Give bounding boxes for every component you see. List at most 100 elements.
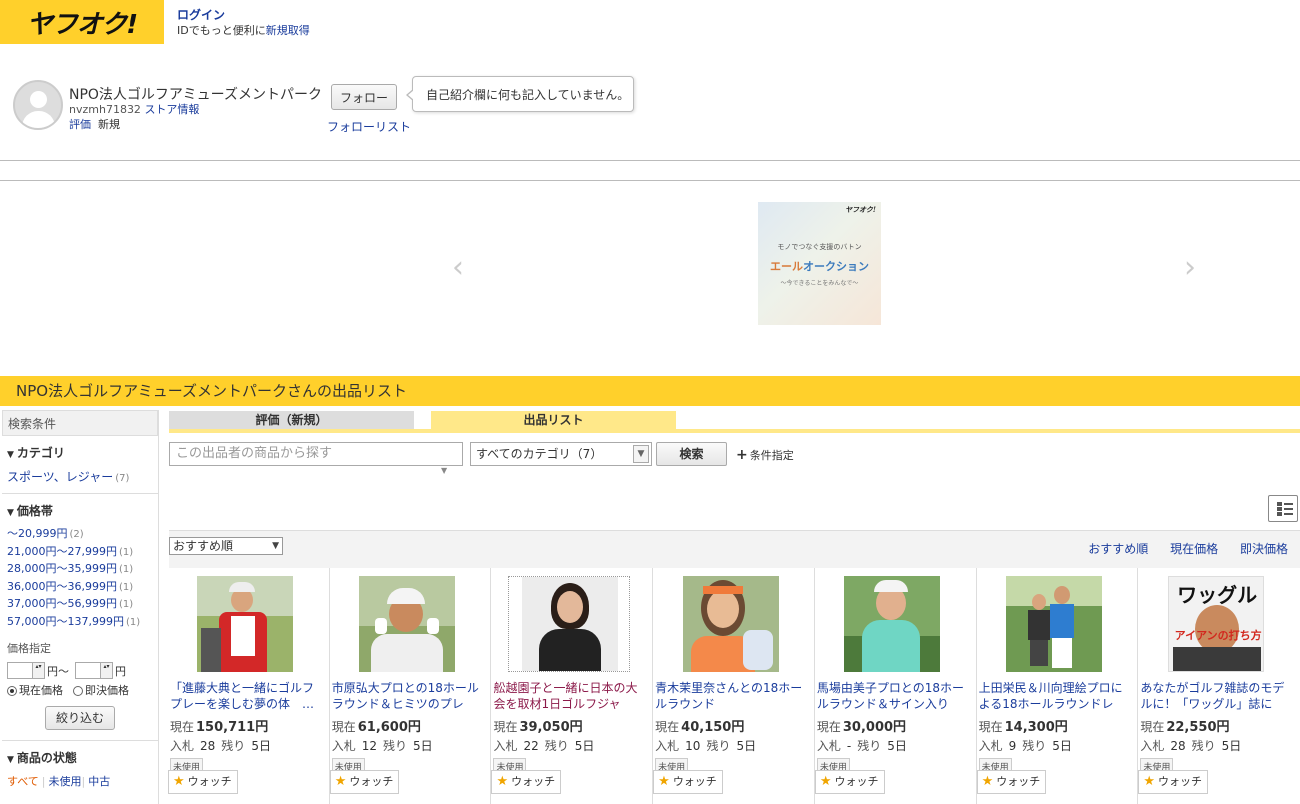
search-button[interactable]: 検索 xyxy=(656,442,727,466)
price-from-suffix: 円〜 xyxy=(47,664,69,678)
item-card: 上田栄民＆川向理絵プロによる18ホールラウンドレッ… 現在14,300円 入札9… xyxy=(976,568,1139,804)
category-title[interactable]: カテゴリ xyxy=(7,444,153,461)
item-price: 現在 30,000円 xyxy=(816,720,907,735)
category-section: カテゴリ スポーツ、レジャー(7) xyxy=(2,436,158,494)
tab-listings[interactable]: 出品リスト xyxy=(431,411,676,429)
price-title[interactable]: 価格帯 xyxy=(7,502,153,519)
watch-button[interactable]: ★ ウォッチ xyxy=(168,770,238,794)
star-icon: ★ xyxy=(658,774,670,789)
watch-button[interactable]: ★ ウォッチ xyxy=(329,770,400,794)
item-thumbnail[interactable] xyxy=(197,576,294,672)
carousel-prev-icon[interactable]: ‹ xyxy=(452,250,464,285)
login-link[interactable]: ログイン xyxy=(177,8,225,22)
item-price: 現在 39,050円 xyxy=(493,720,583,735)
item-price: 現在 40,150円 xyxy=(655,720,745,735)
watch-button[interactable]: ★ ウォッチ xyxy=(653,770,723,794)
rating-value: 新規 xyxy=(98,118,120,131)
plus-icon: + xyxy=(736,447,748,463)
chevron-down-icon: ▼ xyxy=(272,541,279,551)
price-range-item[interactable]: 21,000円〜27,999円 (1) xyxy=(7,544,153,562)
condition-new[interactable]: 未使用 xyxy=(49,775,82,788)
list-view-toggle-icon[interactable] xyxy=(1268,495,1298,522)
item-thumbnail[interactable] xyxy=(507,576,630,672)
item-title[interactable]: 青木茉里奈さんとの18ホールラウンド xyxy=(655,680,806,712)
item-card: 舩越園子と一緒に日本の大会を取材1日ゴルフジャー… 現在39,050円 入札22… xyxy=(491,568,654,804)
item-card: 青木茉里奈さんとの18ホールラウンド 現在 40,150円 入札 10 残り 5日 未使… xyxy=(653,568,815,804)
star-icon: ★ xyxy=(173,774,185,789)
watch-button[interactable]: ★ ウォッチ xyxy=(976,770,1047,794)
item-title[interactable]: 馬場由美子プロとの18ホールラウンド＆サイン入りち… xyxy=(817,680,968,712)
item-title[interactable]: 「進藤大典と一緒にゴルフプレーを楽しむ夢の体 … xyxy=(170,680,321,712)
yafuoku-logo[interactable]: ヤフオク! xyxy=(0,0,164,44)
follow-button[interactable]: フォロー xyxy=(331,84,397,110)
item-thumbnail[interactable]: ワッグル アイアンの打ち方 xyxy=(1168,576,1265,672)
star-icon: ★ xyxy=(496,774,509,789)
carousel-next-icon[interactable]: › xyxy=(1184,250,1196,285)
item-title[interactable]: あなたがゴルフ雑誌のモデルに！「ワッグル」誌にま… xyxy=(1140,680,1292,712)
watch-button[interactable]: ★ ウォッチ xyxy=(814,770,885,794)
condition-used[interactable]: 中古 xyxy=(88,775,110,788)
narrow-button[interactable]: 絞り込む xyxy=(45,706,115,730)
follow-list-link[interactable]: フォローリスト xyxy=(327,118,411,135)
price-min-input[interactable] xyxy=(7,662,45,679)
item-card: 市原弘大プロとの18ホールラウンド＆ヒミツのプレセ… 現在61,600円 入札1… xyxy=(329,568,492,804)
condition-all[interactable]: すべて xyxy=(7,775,39,788)
condition-spec-link[interactable]: + 条件指定 xyxy=(736,447,794,463)
item-bids: 入札 28 残り 5日 xyxy=(170,739,271,753)
item-card: 馬場由美子プロとの18ホールラウンド＆サイン入りち… 現在30,000円 入札-… xyxy=(814,568,977,804)
store-info-link[interactable]: ストア情報 xyxy=(144,103,199,116)
seller-avatar xyxy=(13,80,63,130)
logo-text: ヤフオク! xyxy=(26,9,138,40)
item-bids: 入札 22 残り 5日 xyxy=(493,739,595,753)
radio-current-price[interactable]: 現在価格 xyxy=(7,682,63,698)
item-thumbnail[interactable] xyxy=(359,576,456,672)
item-price: 現在 61,600円 xyxy=(331,720,421,735)
item-title[interactable]: 上田栄民＆川向理絵プロによる18ホールラウンドレッ… xyxy=(979,680,1130,712)
item-thumbnail[interactable] xyxy=(682,576,779,672)
price-range-item[interactable]: 〜20,999円 (2) xyxy=(7,526,153,544)
price-range-item[interactable]: 36,000円〜36,999円 (1) xyxy=(7,579,153,597)
watch-button[interactable]: ★ ウォッチ xyxy=(491,770,562,794)
rating-link[interactable]: 評価 xyxy=(69,118,91,131)
item-price: 現在 150,711円 xyxy=(170,720,269,735)
login-area: ログイン IDでもっと便利に新規取得 xyxy=(177,8,310,38)
price-type-radios: 現在価格 即決価格 xyxy=(7,682,153,698)
item-card: 「進藤大典と一緒にゴルフプレーを楽しむ夢の体 … 現在 150,711円 入札 28… xyxy=(168,568,330,804)
search-suggest-icon[interactable]: ▼ xyxy=(441,466,447,475)
price-max-input[interactable] xyxy=(75,662,113,679)
tab-underline xyxy=(169,429,1300,433)
banner-subtitle: モノでつなぐ支援のバトン xyxy=(777,243,862,251)
magazine-title: ワッグル xyxy=(1177,583,1258,607)
price-range-item[interactable]: 37,000円〜56,999円 (1) xyxy=(7,596,153,614)
price-spec-title: 価格指定 xyxy=(7,642,51,655)
sort-recommended[interactable]: おすすめ順 xyxy=(1088,542,1148,556)
price-range-item[interactable]: 28,000円〜35,999円 (1) xyxy=(7,561,153,579)
condition-title[interactable]: 商品の状態 xyxy=(7,749,153,766)
item-thumbnail[interactable] xyxy=(1005,576,1102,672)
sort-select[interactable]: おすすめ順 ▼ xyxy=(169,537,283,555)
radio-buynow-price[interactable]: 即決価格 xyxy=(73,682,129,698)
item-title[interactable]: 市原弘大プロとの18ホールラウンド＆ヒミツのプレセ… xyxy=(332,680,483,712)
tab-rating[interactable]: 評価（新規） xyxy=(169,411,414,429)
sidebar-header: 検索条件 xyxy=(2,410,158,436)
seller-id-row: nvzmh71832 ストア情報 xyxy=(69,101,199,117)
item-thumbnail[interactable] xyxy=(844,576,941,672)
aid-auction-banner[interactable]: ヤフオク! モノでつなぐ支援のバトン エールオークション 〜今できることをみんな… xyxy=(758,202,881,325)
search-input[interactable]: この出品者の商品から探す xyxy=(169,442,463,466)
sort-buynow-price[interactable]: 即決価格 xyxy=(1240,542,1288,556)
item-grid: 「進藤大典と一緒にゴルフプレーを楽しむ夢の体 … 現在 150,711円 入札 28… xyxy=(168,568,1300,804)
price-section: 価格帯 〜20,999円(2) 21,000円〜27,999円(1) 28,00… xyxy=(2,494,158,741)
item-title[interactable]: 舩越園子と一緒に日本の大会を取材1日ゴルフジャー… xyxy=(493,680,644,712)
sort-current-price[interactable]: 現在価格 xyxy=(1170,542,1218,556)
price-range-item[interactable]: 57,000円〜137,999円 (1) xyxy=(7,614,153,632)
category-link[interactable]: スポーツ、レジャー xyxy=(7,470,113,484)
category-select[interactable]: すべてのカテゴリ（7） ▼ xyxy=(470,442,652,466)
item-price: 現在 22,550円 xyxy=(1140,720,1230,735)
item-bids: 入札 10 残り 5日 xyxy=(655,739,757,753)
watch-button[interactable]: ★ ウォッチ xyxy=(1138,770,1208,794)
star-icon: ★ xyxy=(981,774,994,789)
star-icon: ★ xyxy=(1143,774,1155,789)
item-bids: 入札 28 残り 5日 xyxy=(1140,739,1242,753)
magazine-cover-text: アイアンの打ち方 xyxy=(1174,629,1262,642)
signup-link[interactable]: 新規取得 xyxy=(266,24,310,37)
